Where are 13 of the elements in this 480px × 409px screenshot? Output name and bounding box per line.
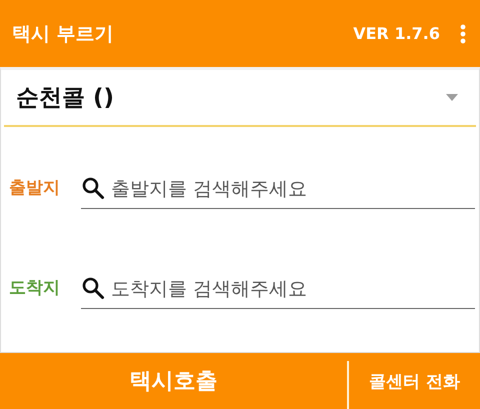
search-field[interactable]: 출발지를 검색해주세요 bbox=[81, 165, 475, 209]
location-label: 도착지 bbox=[9, 276, 61, 298]
location-label: 출발지 bbox=[9, 176, 61, 198]
version-label: VER 1.7.6 bbox=[353, 24, 440, 43]
search-icon bbox=[81, 176, 105, 200]
dropdown-caret-icon bbox=[446, 94, 458, 101]
search-field[interactable]: 도착지를 검색해주세요 bbox=[81, 265, 475, 309]
call-center-button[interactable]: 콜센터 전화 bbox=[349, 353, 480, 409]
more-options-icon[interactable] bbox=[460, 24, 466, 44]
search-icon bbox=[81, 276, 105, 300]
company-dropdown[interactable]: 순천콜 () bbox=[4, 70, 476, 127]
app-title: 택시 부르기 bbox=[12, 22, 115, 46]
call-taxi-button[interactable]: 택시호출 bbox=[0, 353, 347, 409]
